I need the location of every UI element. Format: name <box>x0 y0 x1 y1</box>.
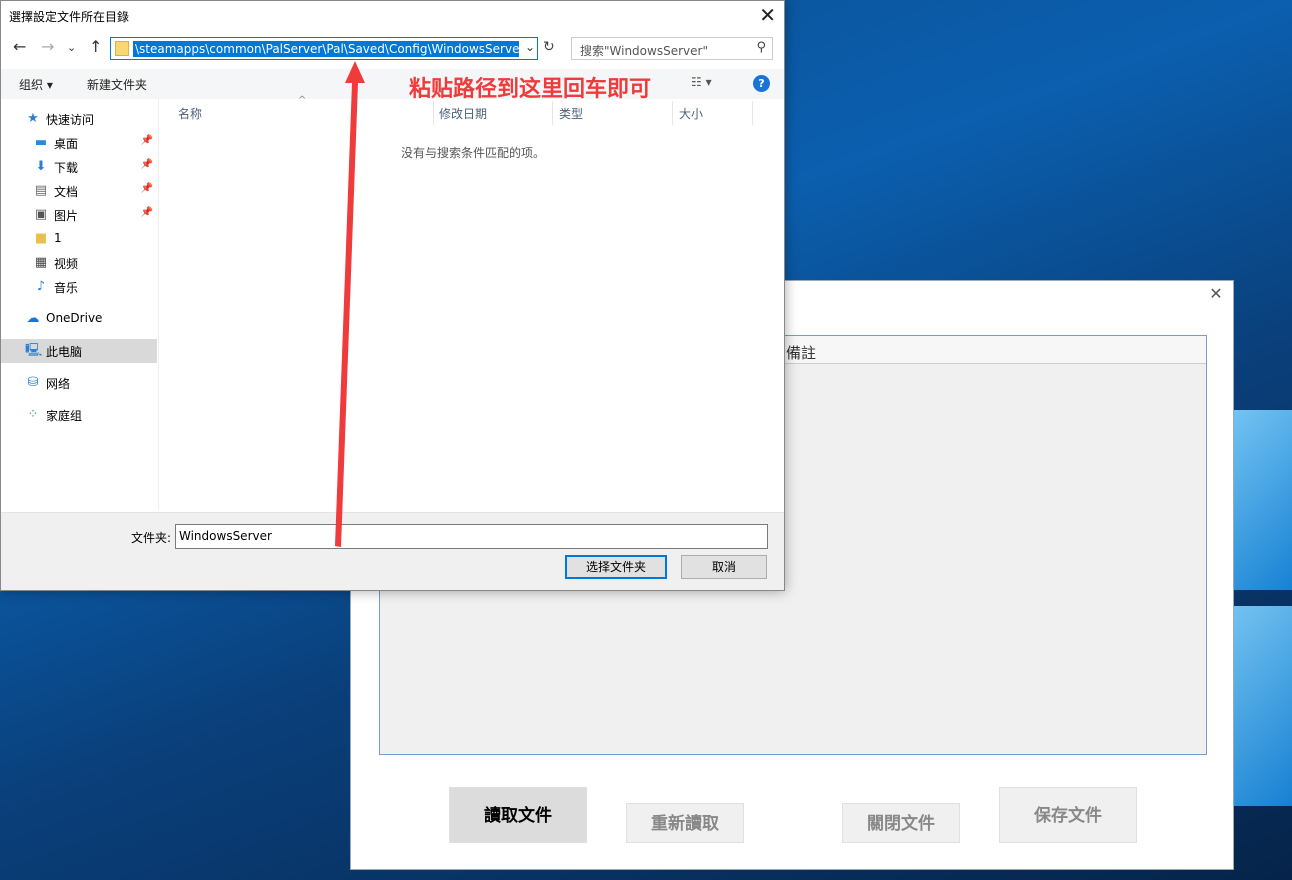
search-input[interactable]: 搜索"WindowsServer" ⚲ <box>571 37 773 60</box>
sidebar-item-pictures[interactable]: ▣ 图片 📌 <box>1 203 157 227</box>
recent-dropdown-icon[interactable]: ⌄ <box>67 41 76 54</box>
picture-icon: ▣ <box>34 207 48 222</box>
column-divider[interactable] <box>433 101 434 125</box>
up-arrow-icon[interactable]: ↑ <box>89 37 102 56</box>
dialog-footer: 文件夹: WindowsServer 选择文件夹 取消 <box>1 512 784 590</box>
forward-arrow-icon[interactable]: → <box>41 37 54 56</box>
panel-header-label: 備註 <box>786 344 817 362</box>
dialog-title: 選擇設定文件所在目錄 <box>9 10 130 24</box>
address-path[interactable]: \steamapps\common\PalServer\Pal\Saved\Co… <box>133 41 519 57</box>
column-header-type[interactable]: 类型 <box>559 105 583 122</box>
sidebar-item-desktop[interactable]: ▬ 桌面 📌 <box>1 131 157 155</box>
video-icon: ▦ <box>34 255 48 270</box>
folder-label: 文件夹: <box>131 531 172 545</box>
annotation-text: 粘贴路径到这里回车即可 <box>409 77 652 102</box>
toolbar: 组织 ▾ 新建文件夹 <box>1 69 784 99</box>
close-icon[interactable]: ✕ <box>759 3 776 27</box>
star-icon: ★ <box>27 111 39 126</box>
sidebar-item-this-pc[interactable]: 🖳 此电脑 <box>1 339 157 363</box>
folder-icon: ■ <box>34 231 48 246</box>
folder-name-input[interactable]: WindowsServer <box>175 524 768 549</box>
view-options-icon[interactable]: ☷ ▾ <box>691 75 712 89</box>
annotation-arrow-icon <box>335 61 365 547</box>
address-bar[interactable]: \steamapps\common\PalServer\Pal\Saved\Co… <box>110 37 538 60</box>
sort-caret-icon: ^ <box>298 95 307 106</box>
sidebar-item-videos[interactable]: ▦ 视频 <box>1 251 157 275</box>
close-file-button[interactable]: 關閉文件 <box>842 803 960 843</box>
save-file-button[interactable]: 保存文件 <box>999 787 1137 843</box>
pin-icon[interactable]: 📌 <box>141 135 153 146</box>
desktop-icon: ▬ <box>34 135 48 150</box>
sidebar-item-homegroup[interactable]: ⁘ 家庭组 <box>1 403 157 427</box>
sidebar-item-downloads[interactable]: ⬇ 下载 📌 <box>1 155 157 179</box>
music-icon: ♪ <box>36 279 46 294</box>
column-divider[interactable] <box>552 101 553 125</box>
empty-message: 没有与搜索条件匹配的项。 <box>401 146 546 160</box>
search-icon[interactable]: ⚲ <box>756 40 766 55</box>
column-header-name[interactable]: 名称 <box>178 105 202 122</box>
pin-icon[interactable]: 📌 <box>141 207 153 218</box>
download-icon: ⬇ <box>35 159 47 174</box>
column-header-modified[interactable]: 修改日期 <box>439 105 487 122</box>
close-icon[interactable]: ✕ <box>1207 285 1225 303</box>
column-divider[interactable] <box>672 101 673 125</box>
cloud-icon: ☁ <box>26 311 40 326</box>
refresh-icon[interactable]: ↻ <box>543 39 555 55</box>
navigation-pane: ★ 快速访问 ▬ 桌面 📌 ⬇ 下载 📌 ▤ 文档 📌 ▣ 图片 📌 ■ 1 ▦ <box>1 99 159 511</box>
cancel-button[interactable]: 取消 <box>681 555 767 579</box>
search-placeholder: 搜索"WindowsServer" <box>580 44 708 58</box>
document-icon: ▤ <box>34 183 48 198</box>
back-arrow-icon[interactable]: ← <box>13 37 26 56</box>
sidebar-item-documents[interactable]: ▤ 文档 📌 <box>1 179 157 203</box>
pin-icon[interactable]: 📌 <box>141 183 153 194</box>
chevron-down-icon[interactable]: ⌄ <box>525 40 535 54</box>
computer-icon: 🖳 <box>25 343 43 358</box>
pin-icon[interactable]: 📌 <box>141 159 153 170</box>
sidebar-item-music[interactable]: ♪ 音乐 <box>1 275 157 299</box>
sidebar-item-quick-access[interactable]: ★ 快速访问 <box>1 107 157 131</box>
network-icon: ⛁ <box>27 375 39 390</box>
folder-icon <box>115 41 129 56</box>
read-file-button[interactable]: 讀取文件 <box>449 787 587 843</box>
organize-menu[interactable]: 组织 ▾ <box>19 76 53 93</box>
select-folder-button[interactable]: 选择文件夹 <box>565 555 667 579</box>
sidebar-item-folder-1[interactable]: ■ 1 <box>1 227 157 251</box>
column-header-size[interactable]: 大小 <box>679 105 703 122</box>
sidebar-item-onedrive[interactable]: ☁ OneDrive <box>1 307 157 331</box>
folder-dialog: 選擇設定文件所在目錄 ✕ ← → ⌄ ↑ \steamapps\common\P… <box>0 0 785 591</box>
new-folder-button[interactable]: 新建文件夹 <box>87 76 147 93</box>
sidebar-item-network[interactable]: ⛁ 网络 <box>1 371 157 395</box>
reload-file-button[interactable]: 重新讀取 <box>626 803 744 843</box>
column-divider[interactable] <box>752 101 753 125</box>
help-icon[interactable]: ? <box>753 75 770 92</box>
homegroup-icon: ⁘ <box>27 407 39 422</box>
